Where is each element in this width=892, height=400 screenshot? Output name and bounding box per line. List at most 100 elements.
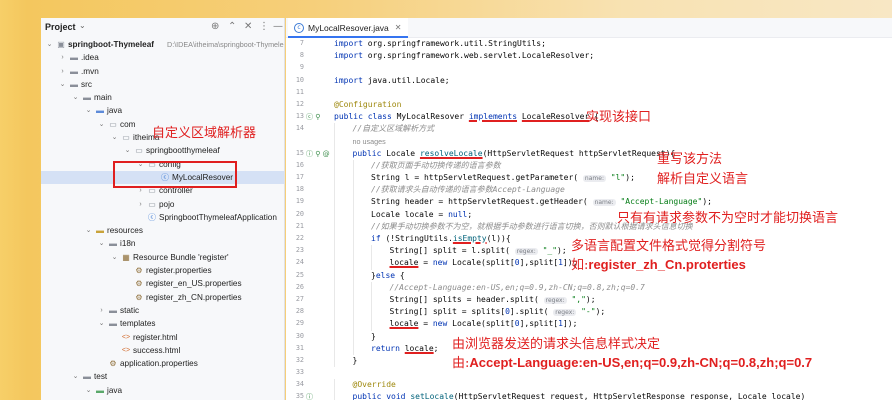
indent-guide [352,184,354,197]
code-line[interactable]: 28 String[] split = splits[0].split( rege… [286,306,892,319]
chevron-down-icon[interactable]: ⌄ [123,144,132,157]
tree-item[interactable]: ⚙ application.properties [41,357,284,370]
chevron-down-icon[interactable]: ⌄ [71,370,80,383]
tree-item[interactable]: ⌄ ▬ resources [41,224,284,237]
code-text[interactable]: public void setLocale(HttpServletRequest… [353,391,806,400]
line-number: 33 [295,368,304,377]
tree-item[interactable]: <> register.html [41,331,284,344]
tree-item[interactable]: ⚙ register_en_US.properties [41,277,284,290]
locate-icon[interactable]: ⊕ [211,21,219,33]
code-line[interactable]: 19 String header = httpServletRequest.get… [286,196,892,209]
tree-item-label: SpringbootThymeleafApplication [159,212,277,222]
code-text[interactable]: if (!StringUtils.isEmpty(l)){ [371,233,511,245]
chevron-down-icon[interactable]: ⌄ [45,38,54,51]
chevron-down-icon[interactable]: ⌄ [84,104,93,117]
tree-item[interactable]: › ▬ static [41,304,284,317]
more-options-icon[interactable]: ⋮ [259,21,269,33]
tree-item[interactable]: ⌄ ▬ java [41,384,284,397]
code-line[interactable]: 8 import org.springframework.web.servlet.… [286,50,892,62]
tree-item[interactable]: ⌄ ▬ templates [41,317,284,330]
tree-item[interactable]: ⌄ ▦ Resource Bundle 'register' [41,251,284,264]
code-line[interactable]: 35 ⓘ public void setLocale(HttpServletRequ… [286,391,892,400]
code-line[interactable]: 15 ⓘ ⚲ @ public Locale resolveLocale(HttpS… [286,147,892,160]
chevron-down-icon[interactable]: ⌄ [71,91,80,104]
code-text[interactable]: //自定义区域解析方式 [353,123,435,135]
code-line[interactable]: no usages [286,135,892,148]
tree-item[interactable]: ⌄ ▬ test [41,370,284,383]
chevron-right-icon[interactable]: › [58,65,67,78]
gutter-icon[interactable]: ⓘ ⚲ @ [306,148,330,160]
tree-item[interactable]: › ▭ pojo [41,198,284,211]
tree-item[interactable]: ⌄ ▭ springbootthymeleaf [41,144,284,157]
tree-item[interactable]: ⌄ ▬ src [41,78,284,91]
gutter-icon[interactable]: ⓘ [306,391,313,400]
chevron-down-icon[interactable]: ⌄ [97,317,106,330]
tree-item[interactable]: › ▬ .mvn [41,65,284,78]
code-text[interactable]: return locale; [371,343,438,355]
code-text[interactable]: locale = new Locale(split[0],split[1]); [390,318,578,330]
code-line[interactable]: 9 [286,62,892,74]
code-text[interactable]: } [353,355,358,367]
code-line[interactable]: 11 [286,87,892,99]
code-text[interactable]: no usages [353,136,386,148]
tree-item[interactable]: › ▬ .idea [41,51,284,64]
chevron-down-icon[interactable]: ⌄ [84,384,93,397]
code-line[interactable]: 14 //自定义区域解析方式 [286,123,892,136]
code-line[interactable]: 18 //获取请求头自动传递的语言参数Accept-Language [286,184,892,197]
tree-item[interactable]: ⚙ register_zh_CN.properties [41,291,284,304]
code-line[interactable]: 17 String l = httpServletRequest.getParam… [286,172,892,185]
code-line[interactable]: 7 import org.springframework.util.StringU… [286,38,892,50]
tree-item[interactable]: ⌄ ▬ main [41,91,284,104]
code-text[interactable]: @Override [353,379,396,391]
chevron-down-icon[interactable]: ⌄ [97,237,106,250]
cls-icon: ⓒ [148,212,156,222]
tree-item-label: application.properties [120,359,198,369]
code-text[interactable]: } [371,331,376,343]
code-line[interactable]: 29 locale = new Locale(split[0],split[1])… [286,318,892,331]
code-text[interactable]: public Locale resolveLocale(HttpServletR… [353,148,676,160]
src-icon: ▬ [96,106,104,116]
code-text[interactable]: //获取页面手动切换传递的语言参数 [371,160,501,172]
code-text[interactable]: import java.util.Locale; [334,75,450,87]
code-text[interactable]: locale = new Locale(split[0],split[1]); [390,257,578,269]
code-line[interactable]: 27 String[] splits = header.split( regex:… [286,293,892,307]
indent-guide [334,306,335,319]
annotation-multilang-format: 多语言配置文件格式觉得分割符号 [571,239,767,254]
code-text[interactable]: Locale locale = null; [371,209,472,221]
close-icon[interactable]: ✕ [244,21,252,33]
editor-tab-mylocalresover[interactable]: c MyLocalResover.java ✕ [288,18,408,38]
code-text[interactable]: //获取请求头自动传递的语言参数Accept-Language [371,184,565,196]
project-panel-title[interactable]: Project [45,22,76,32]
code-text[interactable]: }else { [371,270,405,282]
gutter-icon[interactable]: ⓒ ⚲ [306,111,320,123]
tree-item[interactable]: ⌄ ▬ i18n [41,237,284,250]
chevron-down-icon[interactable]: ⌄ [58,78,67,91]
code-text[interactable]: //Accept-Language:en-US,en;q=0.9,zh-CN;q… [390,282,645,294]
code-line[interactable]: 34 @Override [286,379,892,392]
expand-collapse-icon[interactable]: ⌃ [228,21,236,33]
close-icon[interactable]: ✕ [395,18,402,38]
code-line[interactable]: 16 //获取页面手动切换传递的语言参数 [286,159,892,173]
code-text[interactable]: @Configuration [334,99,401,111]
tree-item[interactable]: <> success.html [41,344,284,357]
chevron-down-icon[interactable]: ⌄ [84,224,93,237]
chevron-down-icon[interactable]: ⌄ [79,21,86,30]
tree-item[interactable]: ⌄ ▣ springboot-Thymeleaf D:\IDEA\itheima\sp… [41,38,284,51]
chevron-down-icon[interactable]: ⌄ [110,251,119,264]
chevron-down-icon[interactable]: ⌄ [110,131,119,144]
tree-item[interactable]: ⓒ SpringbootThymeleafApplication [41,211,284,224]
chevron-right-icon[interactable]: › [58,51,67,64]
indent-guide [334,147,335,160]
indent-guide [334,123,335,136]
code-line[interactable]: 26 //Accept-Language:en-US,en;q=0.9,zh-CN… [286,281,892,294]
code-text[interactable]: import org.springframework.util.StringUt… [334,38,546,50]
code-text[interactable]: public class MyLocalResover implements L… [334,111,599,123]
chevron-right-icon[interactable]: › [136,198,145,211]
hide-panel-icon[interactable]: — [273,21,283,33]
tree-item[interactable]: ⌄ ▬ java [41,104,284,117]
code-line[interactable]: 10 import java.util.Locale; [286,75,892,87]
chevron-right-icon[interactable]: › [97,304,106,317]
chevron-down-icon[interactable]: ⌄ [97,118,106,131]
code-text[interactable]: import org.springframework.web.servlet.L… [334,50,594,62]
tree-item[interactable]: ⚙ register.properties [41,264,284,277]
